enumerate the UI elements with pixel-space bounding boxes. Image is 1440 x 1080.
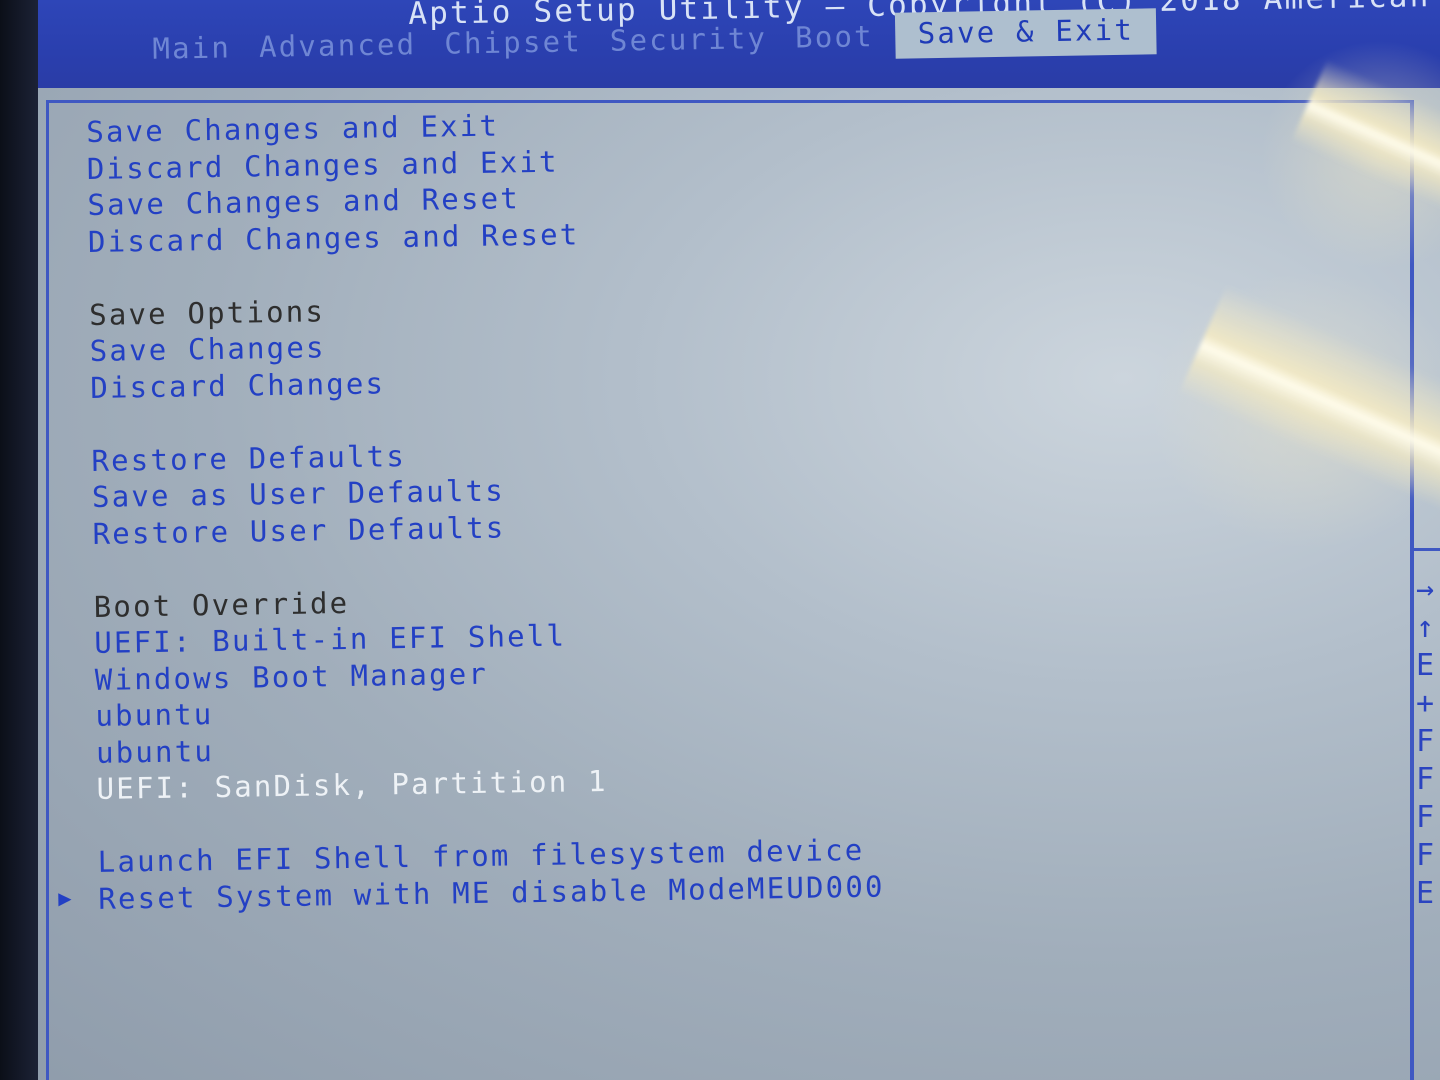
help-key-enter: E bbox=[1416, 650, 1435, 682]
help-key-f2: F bbox=[1416, 764, 1435, 796]
tab-advanced[interactable]: Advanced bbox=[245, 27, 431, 70]
tab-security[interactable]: Security bbox=[596, 21, 782, 64]
help-keys-panel: → ↑ E + F F F F E bbox=[1416, 574, 1440, 910]
help-key-f1: F bbox=[1416, 726, 1435, 758]
save-exit-menu: Save Changes and Exit Discard Changes an… bbox=[58, 102, 885, 917]
help-key-f3: F bbox=[1416, 802, 1435, 834]
bios-screen: Aptio Setup Utility – Copyright (C) 2018… bbox=[0, 0, 1440, 1080]
submenu-arrow-icon: ▶ bbox=[58, 885, 74, 912]
help-key-f4: F bbox=[1416, 840, 1435, 872]
main-panel: → ↑ E + F F F F E Save Changes and Exit … bbox=[38, 88, 1440, 1080]
monitor-bezel-left bbox=[0, 0, 38, 1080]
tab-main[interactable]: Main bbox=[138, 30, 245, 72]
tab-bar: Main Advanced Chipset Security Boot Save… bbox=[138, 8, 1157, 72]
help-key-right-arrow-icon: → bbox=[1416, 574, 1435, 606]
help-key-up-arrow-icon: ↑ bbox=[1416, 612, 1435, 644]
title-bar: Aptio Setup Utility – Copyright (C) 2018… bbox=[38, 0, 1440, 88]
tab-save-exit[interactable]: Save & Exit bbox=[895, 8, 1157, 59]
tab-boot[interactable]: Boot bbox=[781, 19, 888, 61]
tab-chipset[interactable]: Chipset bbox=[430, 24, 596, 67]
help-key-plus: + bbox=[1416, 688, 1435, 720]
help-key-esc: E bbox=[1416, 878, 1435, 910]
